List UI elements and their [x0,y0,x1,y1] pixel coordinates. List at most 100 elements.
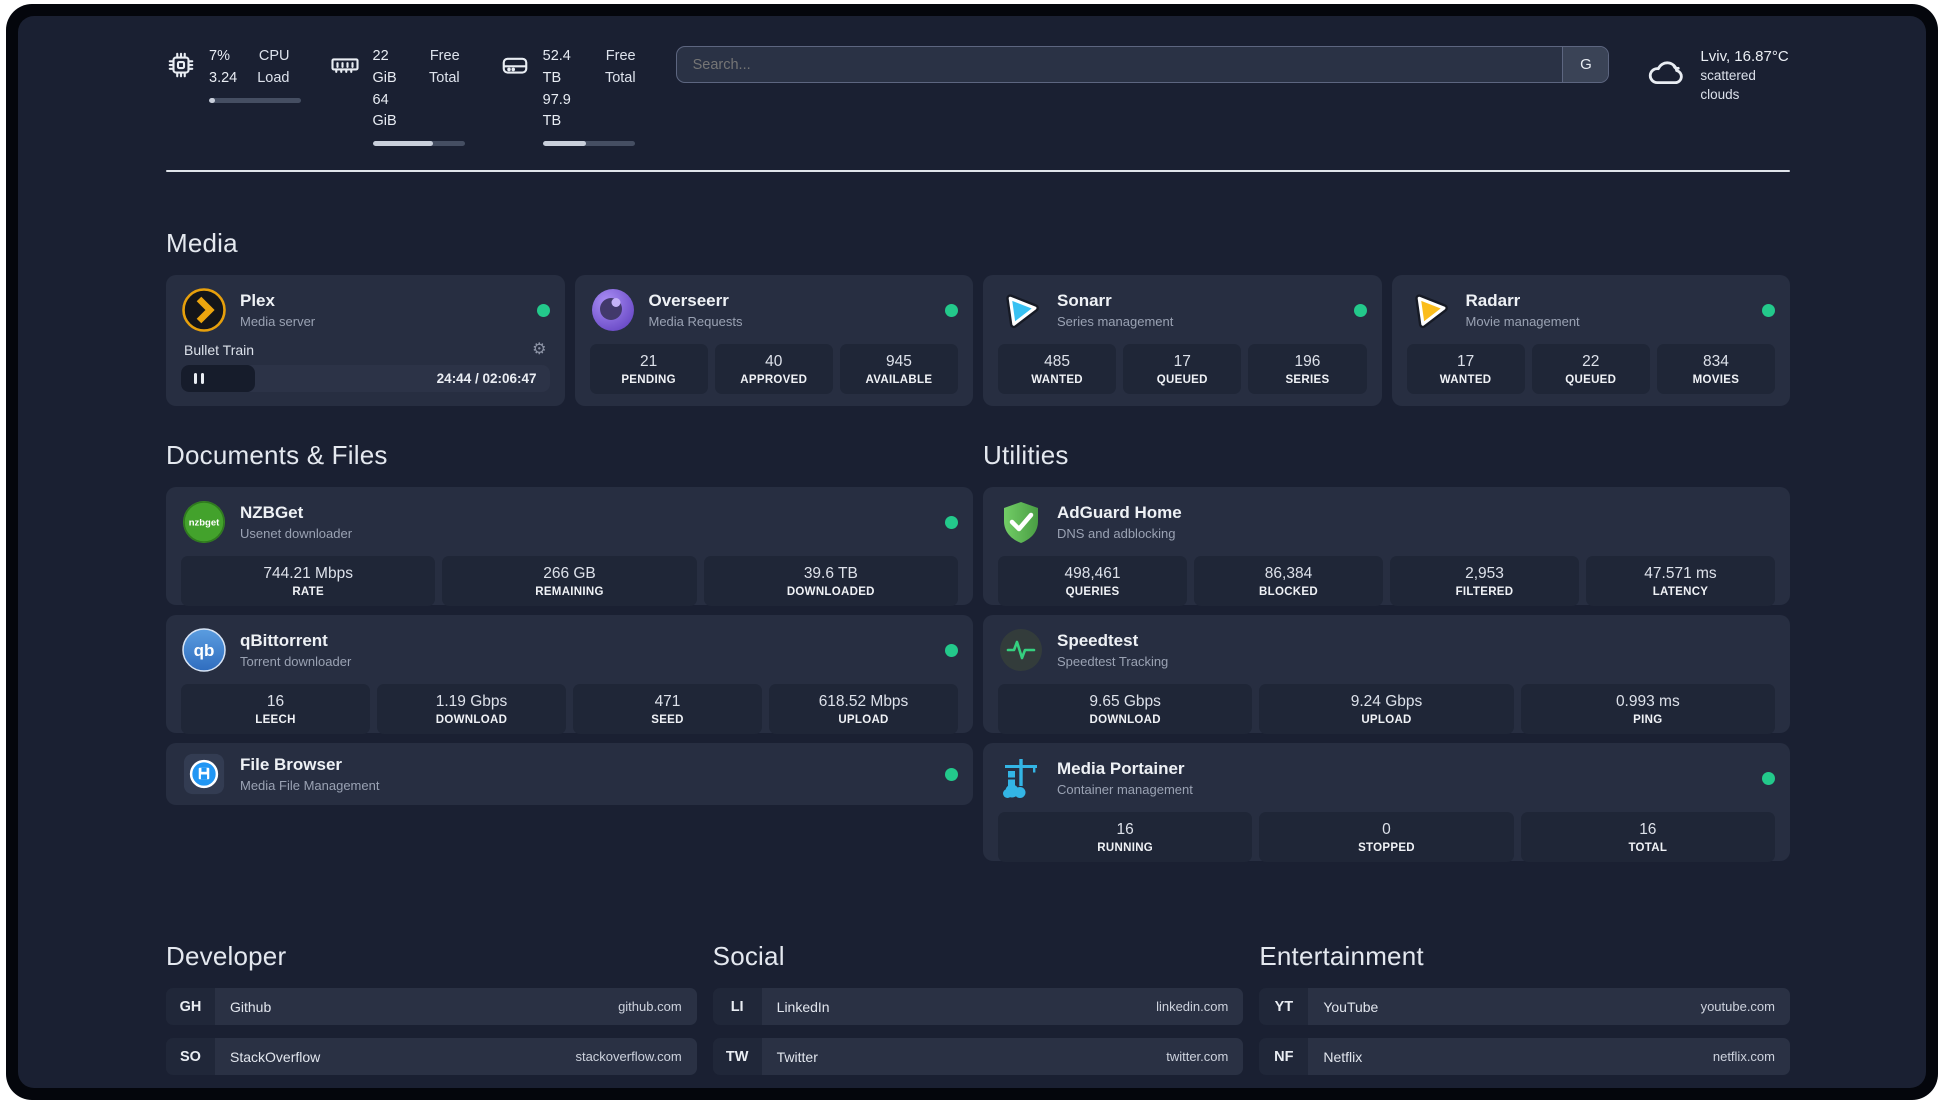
stat-total: 16 TOTAL [1520,812,1775,862]
status-dot [945,515,958,529]
stat-running: 16 RUNNING [998,812,1253,862]
app-card-plex[interactable]: Plex Media server Bullet Train ⚙ 24:44 /… [166,275,565,406]
cpu-icon [166,46,196,90]
link-linkedin[interactable]: LI LinkedIn linkedin.com [712,988,1244,1025]
link-name: YouTube [1323,998,1379,1015]
link-name: StackOverflow [230,1048,321,1065]
section-entertainment: Entertainment YT YouTube youtube.com NF N… [1259,941,1790,1088]
stat-upload: 9.24 Gbps UPLOAD [1259,684,1514,734]
linkedin-icon: LI [712,988,762,1025]
metric-ram: 22 GiB 64 GiB Free Total [330,46,465,146]
app-name: File Browser [240,754,343,774]
stat-series: 196 SERIES [1248,344,1367,394]
app-subtitle: Container management [1057,781,1193,797]
app-card-overseerr[interactable]: Overseerr Media Requests 21 PENDING 40 APP… [574,275,973,406]
stat-queued: 22 QUEUED [1531,344,1650,394]
header-divider [166,170,1790,172]
stat-queries: 498,461 QUERIES [998,556,1187,606]
plex-player-bar: 24:44 / 02:06:47 [181,365,550,392]
search-input[interactable] [676,47,1563,82]
ram-free-label: Free [429,48,460,64]
app-card-speedtest[interactable]: Speedtest Speedtest Tracking 9.65 Gbps DO… [983,615,1790,734]
portainer-icon [998,755,1044,801]
developer-section-title: Developer [166,941,287,971]
link-github[interactable]: GH Github github.com [166,988,697,1025]
link-stackoverflow[interactable]: SO StackOverflow stackoverflow.com [166,1038,697,1075]
ram-free: 22 GiB [372,48,397,86]
speedtest-icon [998,627,1044,673]
link-name: LinkedIn [776,998,830,1015]
status-dot [1762,303,1775,317]
stat-wanted: 17 WANTED [1406,344,1525,394]
app-card-portainer[interactable]: Media Portainer Container management 16 R… [983,743,1790,862]
app-card-nzbget[interactable]: nzbget NZBGet Usenet downloader 744.21 M… [166,487,973,606]
adguard-icon [998,499,1044,545]
weather-widget[interactable]: Lviv, 16.87°C scattered clouds [1645,46,1790,105]
status-dot [945,303,958,317]
app-card-radarr[interactable]: Radarr Movie management 17 WANTED 22 QUEUE… [1391,275,1790,406]
app-name: Plex [240,290,275,310]
pause-icon[interactable] [194,373,197,384]
netflix-icon: NF [1259,1038,1309,1075]
documents-section-title: Documents & Files [166,440,388,470]
stat-filtered: 2,953 FILTERED [1390,556,1579,606]
stat-latency: 47.571 ms LATENCY [1586,556,1775,606]
radarr-icon [1407,287,1453,333]
stat-queued: 17 QUEUED [1123,344,1242,394]
app-subtitle: Torrent downloader [240,653,352,669]
header-bar: 7% 3.24 CPU Load 22 GiB 64 GiB Free Total [166,46,1790,146]
app-name: qBittorrent [240,630,328,650]
app-subtitle: Media Requests [648,313,743,329]
app-card-qbittorrent[interactable]: qb qBittorrent Torrent downloader 16 LEEC… [166,615,973,734]
search-engine-button[interactable]: G [1562,47,1609,82]
link-url: stackoverflow.com [575,1049,682,1064]
filebrowser-icon [181,751,227,797]
plex-icon [181,287,227,333]
app-card-adguard[interactable]: AdGuard Home DNS and adblocking 498,461 Q… [983,487,1790,606]
disk-free: 52.4 TB [542,48,571,86]
stat-seed: 471 SEED [573,684,762,734]
stat-stopped: 0 STOPPED [1259,812,1514,862]
app-name: Overseerr [648,290,729,310]
app-card-filebrowser[interactable]: File Browser Media File Management [166,743,973,805]
section-documents: Documents & Files nzbget NZBGet Usenet d… [166,440,973,861]
social-section-title: Social [712,941,785,971]
cpu-load-label: Load [257,69,290,86]
metric-disk: 52.4 TB 97.9 TB Free Total [500,46,636,146]
app-card-sonarr[interactable]: Sonarr Series management 485 WANTED 17 QUE… [983,275,1382,406]
stat-available: 945 AVAILABLE [839,344,959,394]
link-youtube[interactable]: YT YouTube youtube.com [1259,988,1790,1025]
stat-remaining: 266 GB REMAINING [442,556,697,606]
ram-icon [330,46,360,133]
link-name: Github [230,998,272,1015]
section-social: Social LI LinkedIn linkedin.com TW Twitte… [712,941,1244,1088]
disk-progress-bar [542,141,635,146]
app-subtitle: DNS and adblocking [1057,525,1176,541]
link-netflix[interactable]: NF Netflix netflix.com [1259,1038,1790,1075]
weather-condition: scattered clouds [1700,68,1756,102]
link-url: netflix.com [1712,1049,1775,1064]
link-name: Twitter [776,1048,818,1065]
stat-upload: 618.52 Mbps UPLOAD [769,684,958,734]
cpu-usage: 7% [209,48,230,64]
link-name: Netflix [1323,1048,1363,1065]
stat-leech: 16 LEECH [181,684,370,734]
status-dot [1762,771,1775,785]
link-twitter[interactable]: TW Twitter twitter.com [712,1038,1244,1075]
cpu-load: 3.24 [209,69,238,86]
link-url: youtube.com [1700,999,1775,1014]
gear-icon[interactable]: ⚙ [532,342,546,358]
utilities-section-title: Utilities [983,440,1069,470]
status-dot [536,303,550,317]
app-name: NZBGet [240,502,304,522]
youtube-icon: YT [1259,988,1309,1025]
stat-rate: 744.21 Mbps RATE [181,556,436,606]
app-subtitle: Series management [1057,313,1174,329]
svg-text:qb: qb [194,641,215,660]
qbittorrent-icon: qb [181,627,227,673]
disk-total: 97.9 TB [542,91,571,130]
weather-location-temp: Lviv, 16.87°C [1700,48,1789,65]
stat-download: 9.65 Gbps DOWNLOAD [998,684,1253,734]
section-utilities: Utilities AdGuard Home DNS and adblockin… [983,440,1790,862]
ram-total-label: Total [429,69,460,86]
